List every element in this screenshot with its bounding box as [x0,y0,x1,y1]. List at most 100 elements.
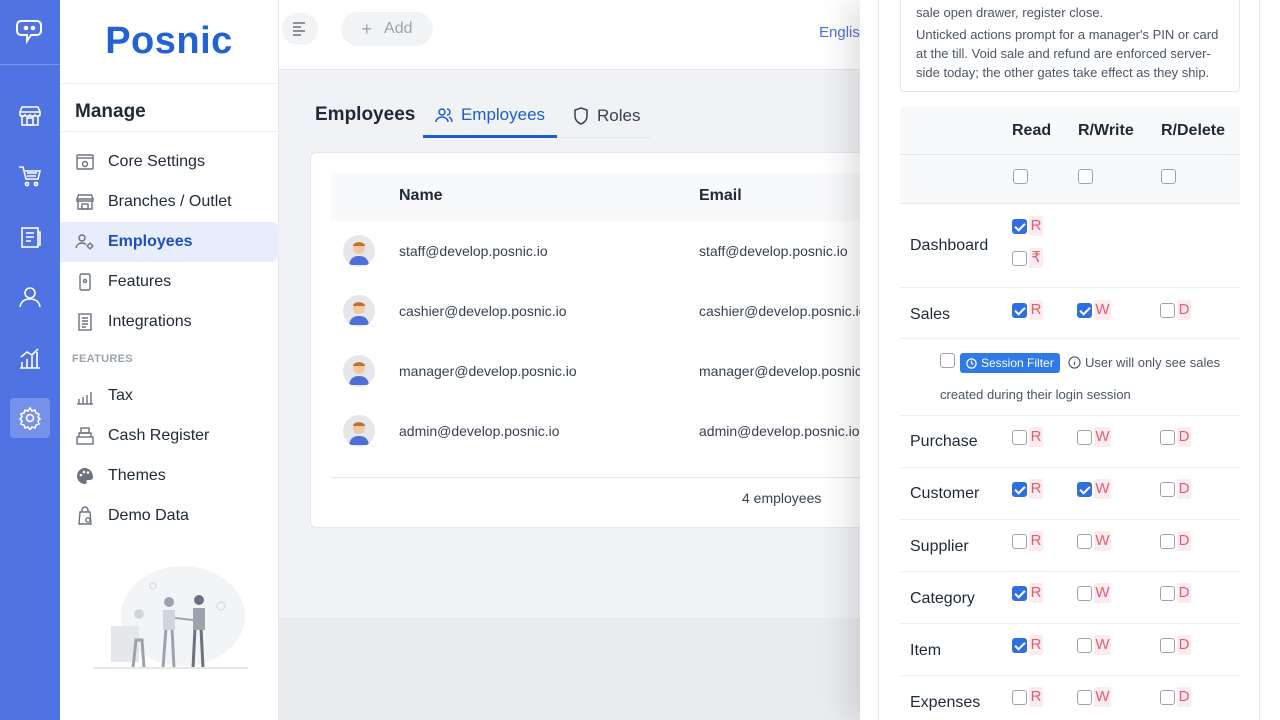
sidebar-item-demo-data[interactable]: Demo Data [60,496,279,536]
read-tag: R [1029,479,1043,499]
employee-name: cashier@develop.posnic.io [399,303,567,319]
delete-checkbox[interactable] [1160,303,1175,318]
table-row[interactable]: admin@develop.posnic.io admin@develop.po… [331,401,931,461]
session-filter-note: User will only see sales [1068,355,1220,370]
write-checkbox[interactable] [1077,638,1092,653]
store-icon[interactable] [10,96,50,136]
sidebar-section-title: Manage [75,101,146,122]
shield-icon [573,107,589,125]
sidebar-item-label: Cash Register [108,427,210,444]
permission-name: Item [910,642,942,659]
employees-card: Name Email staff@develop.posnic.io staff… [310,152,931,528]
add-button[interactable]: + Add [341,12,433,46]
write-checkbox[interactable] [1077,303,1092,318]
column-header-name[interactable]: Name [399,187,443,205]
employee-count: 4 employees [742,490,822,506]
delete-checkbox[interactable] [1160,638,1175,653]
clock-icon [966,357,977,369]
delete-checkbox[interactable] [1160,534,1175,549]
column-header-rdelete: R/Delete [1161,122,1226,139]
read-checkbox[interactable] [1012,534,1027,549]
write-checkbox[interactable] [1077,690,1092,705]
brand-logo[interactable]: Posnic [60,0,278,84]
price-checkbox[interactable] [1012,251,1027,266]
sidebar-item-core-settings[interactable]: Core Settings [60,142,279,182]
table-row[interactable]: staff@develop.posnic.io staff@develop.po… [331,221,931,281]
write-checkbox[interactable] [1077,482,1092,497]
write-tag: W [1094,479,1111,499]
sidebar-item-features[interactable]: Features [60,262,279,302]
write-tag: W [1094,687,1111,707]
delete-checkbox[interactable] [1160,482,1175,497]
write-checkbox[interactable] [1077,534,1092,549]
column-header-rwrite: R/Write [1078,122,1134,139]
permission-row-customer: Customer R W D [900,468,1240,520]
user-icon[interactable] [10,277,50,317]
avatar [343,355,375,387]
clipboard-icon[interactable] [10,217,50,257]
icon-rail [0,0,60,720]
write-tag: W [1094,427,1111,447]
permission-name: Customer [910,485,980,502]
logo-icon[interactable] [11,13,49,51]
table-row[interactable]: manager@develop.posnic.io manager@develo… [331,341,931,401]
sidebar-item-label: Core Settings [108,153,205,170]
permission-row-item: Item R W D [900,624,1240,676]
column-header-email[interactable]: Email [699,187,742,205]
data-icon [75,506,95,526]
read-checkbox[interactable] [1012,303,1027,318]
delete-tag: D [1177,531,1191,551]
table-row[interactable]: cashier@develop.posnic.io cashier@develo… [331,281,931,341]
sidebar-item-integrations[interactable]: Integrations [60,302,279,342]
read-checkbox[interactable] [1012,219,1027,234]
session-filter-label: Session Filter [981,356,1054,370]
delete-checkbox[interactable] [1160,586,1175,601]
align-left-icon [293,22,305,36]
cart-icon[interactable] [10,156,50,196]
phone-icon [75,272,95,292]
settings-gear-icon [75,152,95,172]
sidebar-item-label: Branches / Outlet [108,193,232,210]
sidebar-item-label: Employees [108,233,193,250]
chart-icon[interactable] [10,338,50,378]
menu-toggle-button[interactable] [282,13,318,45]
users-icon [435,106,453,124]
delete-tag: D [1177,635,1191,655]
rupee-tag: ₹ [1029,248,1043,268]
permission-name: Expenses [910,694,981,711]
delete-tag: D [1177,427,1191,447]
delete-checkbox[interactable] [1160,690,1175,705]
select-all-write-checkbox[interactable] [1078,169,1093,184]
sidebar-item-themes[interactable]: Themes [60,456,279,496]
permission-name: Purchase [910,433,978,450]
sidebar-item-branches[interactable]: Branches / Outlet [60,182,279,222]
permission-name: Supplier [910,538,969,555]
read-checkbox[interactable] [1012,482,1027,497]
info-box: sale open drawer, register close. Untick… [900,0,1240,92]
sidebar-item-cash-register[interactable]: Cash Register [60,416,279,456]
delete-tag: D [1177,687,1191,707]
document-icon [75,312,95,332]
sidebar-item-label: Tax [108,387,133,404]
write-checkbox[interactable] [1077,430,1092,445]
delete-tag: D [1177,583,1191,603]
tab-employees[interactable]: Employees [423,94,557,138]
sidebar-item-tax[interactable]: Tax [60,376,279,416]
select-all-read-checkbox[interactable] [1013,169,1028,184]
employee-name: manager@develop.posnic.io [399,363,577,379]
write-checkbox[interactable] [1077,586,1092,601]
column-header-read: Read [1012,122,1052,139]
select-all-delete-checkbox[interactable] [1161,169,1176,184]
tab-roles[interactable]: Roles [573,94,640,138]
read-checkbox[interactable] [1012,430,1027,445]
session-filter-checkbox[interactable] [940,353,955,368]
settings-icon[interactable] [10,398,50,438]
permission-name: Sales [910,306,951,323]
read-checkbox[interactable] [1012,586,1027,601]
delete-checkbox[interactable] [1160,430,1175,445]
read-checkbox[interactable] [1012,690,1027,705]
avatar [343,235,375,267]
read-checkbox[interactable] [1012,638,1027,653]
sidebar-item-label: Features [108,273,172,290]
sidebar-item-employees[interactable]: Employees [60,222,279,262]
